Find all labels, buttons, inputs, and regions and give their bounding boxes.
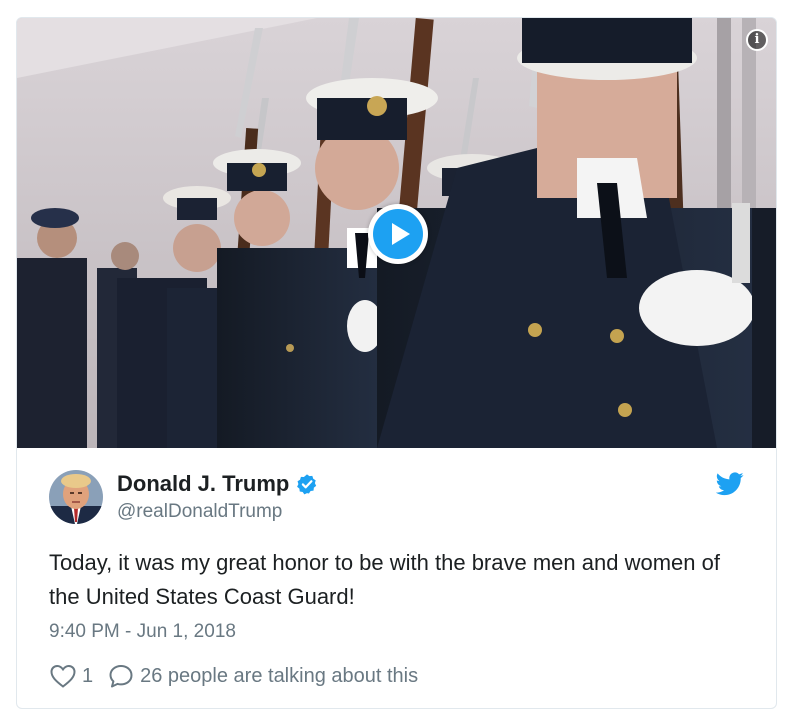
- like-action[interactable]: 1: [49, 663, 93, 689]
- author-handle[interactable]: @realDonaldTrump: [117, 501, 282, 523]
- heart-icon: [50, 664, 76, 688]
- tweet-text: Today, it was my great honor to be with …: [49, 550, 720, 609]
- like-count: 1: [82, 664, 94, 687]
- info-icon[interactable]: i: [746, 29, 768, 51]
- embedded-tweet-card: i Donald J. Trump @realDonaldTrump Today…: [16, 17, 777, 709]
- speech-bubble-icon: [109, 665, 133, 688]
- twitter-bird-icon[interactable]: [716, 472, 744, 496]
- video-thumbnail[interactable]: i: [17, 18, 776, 448]
- play-button-circle: [373, 209, 423, 259]
- verified-badge-icon: [297, 474, 317, 495]
- tweet-actions: 1 26 people are talking about this: [49, 661, 418, 691]
- avatar[interactable]: [49, 470, 103, 524]
- conversation-action[interactable]: 26 people are talking about this: [107, 663, 418, 689]
- author-name-text: Donald J. Trump: [117, 471, 290, 496]
- avatar-image: [49, 470, 103, 524]
- play-icon: [392, 223, 410, 245]
- author-display-name[interactable]: Donald J. Trump: [117, 471, 318, 497]
- tweet-timestamp[interactable]: 9:40 PM - Jun 1, 2018: [49, 621, 236, 643]
- play-button[interactable]: [368, 204, 428, 264]
- conversation-text: 26 people are talking about this: [140, 664, 419, 687]
